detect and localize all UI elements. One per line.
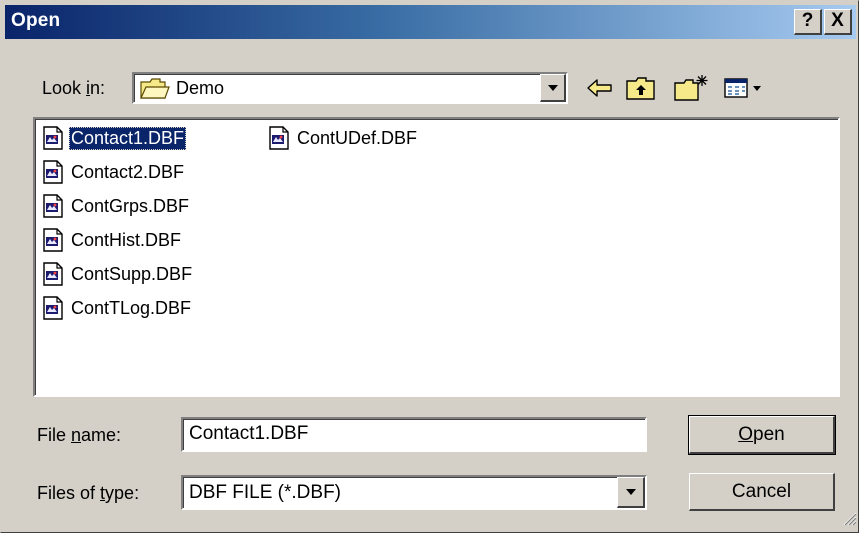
dbf-file-icon [41, 160, 65, 184]
file-name: ContSupp.DBF [71, 263, 193, 284]
open-dialog: Open ? X Look in: Demo Contact1.DBF Cont… [0, 0, 859, 533]
file-item[interactable]: ContTLog.DBF [41, 295, 193, 321]
file-type-dropdown[interactable]: DBF FILE (*.DBF) [181, 475, 647, 510]
dbf-file-icon [41, 296, 65, 320]
file-name: ContUDef.DBF [297, 127, 418, 148]
file-item[interactable]: ContHist.DBF [41, 227, 183, 253]
file-item[interactable]: Contact1.DBF [41, 125, 187, 151]
folder-icon [140, 78, 170, 105]
file-item[interactable]: ContUDef.DBF [267, 125, 419, 151]
file-list[interactable]: Contact1.DBF Contact2.DBF ContGrps.DBF Cont… [33, 117, 840, 397]
file-name: ContTLog.DBF [71, 297, 192, 318]
look-in-label: Look in: [42, 78, 106, 98]
file-item[interactable]: ContSupp.DBF [41, 261, 194, 287]
dbf-file-icon [41, 126, 65, 150]
look-in-dropdown[interactable]: Demo [132, 72, 568, 104]
chevron-down-icon [625, 489, 636, 495]
file-name: Contact1.DBF [69, 126, 187, 150]
resize-grip-icon[interactable] [841, 510, 857, 531]
new-folder-icon[interactable] [673, 74, 709, 102]
file-name-label: File name: [37, 425, 122, 445]
file-item[interactable]: Contact2.DBF [41, 159, 186, 185]
file-name-input[interactable]: Contact1.DBF [181, 417, 647, 452]
chevron-down-icon [547, 84, 558, 91]
file-type-dropdown-button[interactable] [617, 477, 645, 508]
file-name: Contact2.DBF [71, 161, 185, 182]
window-title: Open [11, 10, 61, 31]
look-in-value: Demo [176, 78, 225, 98]
close-button[interactable]: X [824, 9, 852, 35]
file-name: ContGrps.DBF [71, 195, 190, 216]
up-folder-icon[interactable] [625, 74, 657, 102]
file-name: ContHist.DBF [71, 229, 182, 250]
dbf-file-icon [41, 194, 65, 218]
file-item[interactable]: ContGrps.DBF [41, 193, 191, 219]
file-type-label: Files of type: [37, 483, 140, 503]
cancel-button[interactable]: Cancel [689, 473, 835, 511]
look-in-dropdown-button[interactable] [540, 74, 566, 102]
back-arrow-icon[interactable] [585, 74, 615, 102]
dbf-file-icon [41, 262, 65, 286]
help-button[interactable]: ? [794, 9, 822, 35]
open-button[interactable]: Open [688, 415, 836, 455]
dbf-file-icon [267, 126, 291, 150]
title-bar[interactable]: Open ? X [5, 5, 856, 39]
file-type-value: DBF FILE (*.DBF) [189, 482, 342, 503]
dbf-file-icon [41, 228, 65, 252]
view-menu-icon[interactable] [723, 74, 765, 102]
